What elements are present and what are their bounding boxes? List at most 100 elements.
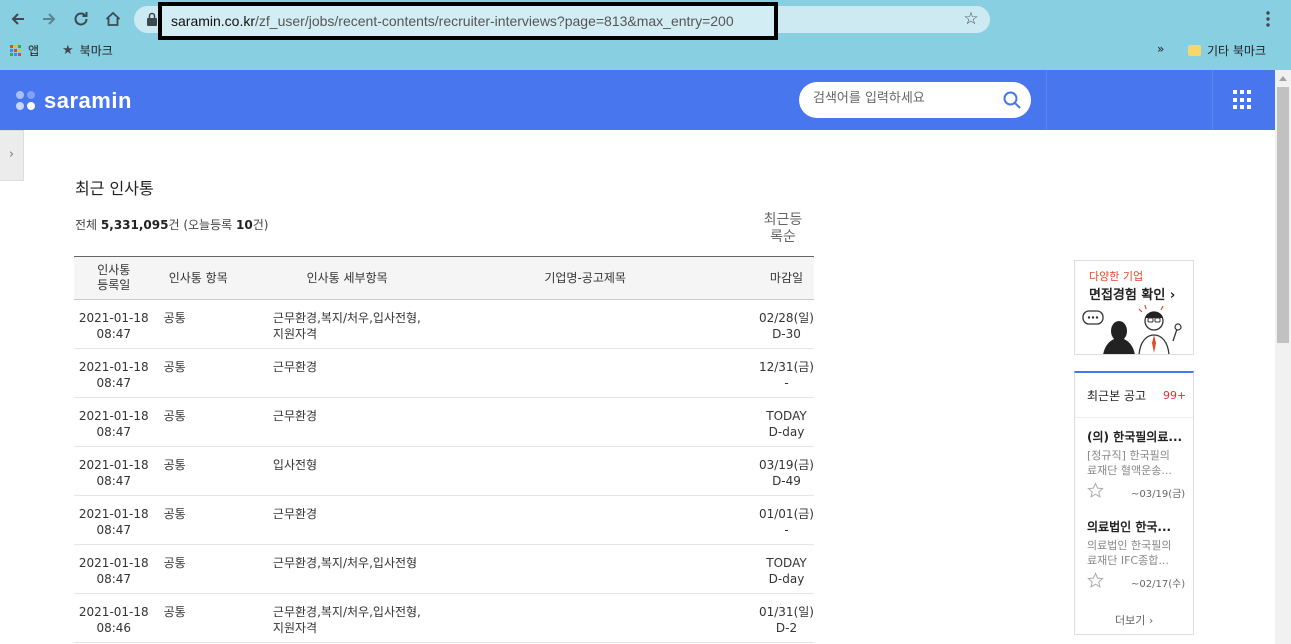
scrap-star-icon[interactable] — [1087, 482, 1104, 499]
bookmarks-overflow-button[interactable]: » — [1157, 42, 1164, 56]
logo-text: saramin — [44, 88, 132, 113]
row-registered-date: 2021-01-18 08:47 — [74, 398, 154, 447]
row-detail: 근무환경 — [243, 398, 451, 447]
apps-shortcut[interactable]: 앱 — [10, 42, 39, 59]
home-icon — [105, 11, 121, 26]
table-row[interactable]: 2021-01-18 08:47 공통 근무환경,복지/처우,입사전형, 지원자격 02/… — [74, 300, 814, 349]
recent-job-deadline: ~02/17(수) — [1131, 579, 1186, 590]
scrap-star-icon[interactable] — [1087, 572, 1104, 589]
lock-icon — [147, 12, 157, 26]
row-type: 공통 — [163, 556, 186, 570]
row-detail-line2: 지원자격 — [272, 327, 318, 341]
chevron-double-right-icon: » — [1157, 42, 1165, 56]
recent-title: 최근본 공고 — [1087, 389, 1147, 403]
row-dday: D-day — [768, 425, 805, 439]
row-company[interactable] — [451, 398, 719, 447]
recent-job-desc-line2: 료재단 혈액운송... — [1087, 464, 1172, 477]
page-title: 최근 인사통 — [75, 179, 154, 198]
recent-job-title[interactable]: (의) 한국필의료... — [1087, 428, 1187, 445]
row-dday: D-2 — [775, 621, 798, 635]
url-path: /zf_user/jobs/recent-contents/recruiter-… — [255, 13, 734, 29]
row-date: 2021-01-18 — [78, 458, 149, 472]
search-input[interactable] — [813, 91, 993, 106]
row-registered-date: 2021-01-18 08:47 — [74, 300, 154, 349]
recruiter-interview-table: 인사통 등록일 인사통 항목 인사통 세부항목 기업명-공고제목 마감일 2021… — [74, 256, 814, 643]
total-count: 5,331,095 — [100, 218, 169, 232]
row-date: 2021-01-18 — [78, 409, 149, 423]
header-divider — [1212, 70, 1213, 130]
bookmark-star-icon[interactable]: ☆ — [960, 8, 982, 30]
browser-menu-icon[interactable] — [1260, 8, 1276, 30]
forward-button[interactable] — [37, 7, 61, 31]
table-row[interactable]: 2021-01-18 08:47 공통 근무환경 01/01(금) - — [74, 496, 814, 545]
today-unit: 건) — [252, 218, 269, 232]
row-date: 2021-01-18 — [78, 556, 149, 570]
arrow-right-icon — [43, 13, 56, 25]
row-date: 2021-01-18 — [78, 605, 149, 619]
row-detail-line1: 근무환경,복지/처우,입사전형, — [272, 605, 421, 619]
row-detail-line1: 근무환경 — [272, 409, 318, 423]
interview-experience-banner[interactable]: 다양한 기업 면접경험 확인 › — [1074, 260, 1194, 355]
row-time: 08:47 — [96, 523, 132, 537]
recent-job-footer: ~02/17(수) — [1087, 571, 1187, 591]
apps-label: 앱 — [28, 44, 40, 58]
row-deadline-date: TODAY — [766, 409, 807, 423]
row-company[interactable] — [451, 594, 719, 643]
row-detail-line1: 입사전형 — [272, 458, 318, 472]
all-menu-grid-icon[interactable] — [1233, 90, 1253, 110]
table-row[interactable]: 2021-01-18 08:47 공통 근무환경 TODAY D-day — [74, 398, 814, 447]
recent-job-desc: 의료법인 한국필의 료재단 IFC종합... — [1087, 538, 1187, 568]
sort-dropdown[interactable]: 최근등 록순 — [740, 212, 826, 246]
page-scrollbar[interactable] — [1275, 70, 1291, 644]
bookmark-item[interactable]: ★ 북마크 — [62, 42, 113, 59]
more-link[interactable]: 더보기 › — [1115, 612, 1153, 628]
scroll-thumb[interactable] — [1277, 87, 1289, 343]
recent-job-desc-line2: 료재단 IFC종합... — [1087, 554, 1169, 567]
interview-illustration-icon — [1082, 304, 1182, 354]
row-time: 08:46 — [96, 621, 132, 635]
row-type: 공통 — [163, 605, 186, 619]
back-button[interactable] — [6, 7, 30, 31]
row-detail-line2: 지원자격 — [272, 621, 318, 635]
table-row[interactable]: 2021-01-18 08:47 공통 근무환경,복지/처우,입사전형 TODAY D-d… — [74, 545, 814, 594]
row-deadline-date: 12/31(금) — [758, 360, 814, 374]
row-time: 08:47 — [96, 327, 132, 341]
recent-job-desc: [정규직] 한국필의 료재단 혈액운송... — [1087, 448, 1187, 478]
row-detail: 근무환경 — [243, 349, 451, 398]
row-deadline-date: 02/28(일) — [758, 311, 814, 325]
row-company[interactable] — [451, 496, 719, 545]
row-date: 2021-01-18 — [78, 507, 149, 521]
home-button[interactable] — [101, 7, 125, 31]
row-detail: 근무환경,복지/처우,입사전형, 지원자격 — [243, 594, 451, 643]
site-header: saramin — [0, 70, 1275, 130]
logo-dots-icon — [16, 91, 36, 111]
table-header-row: 인사통 등록일 인사통 항목 인사통 세부항목 기업명-공고제목 마감일 — [74, 256, 814, 300]
row-registered-date: 2021-01-18 08:46 — [74, 594, 154, 643]
saramin-logo[interactable]: saramin — [16, 88, 132, 114]
row-deadline: 03/19(금) D-49 — [719, 447, 814, 496]
row-company[interactable] — [451, 447, 719, 496]
row-type: 공통 — [163, 360, 186, 374]
table-row[interactable]: 2021-01-18 08:47 공통 근무환경 12/31(금) - — [74, 349, 814, 398]
row-type: 공통 — [163, 409, 186, 423]
url-text: saramin.co.kr/zf_user/jobs/recent-conten… — [171, 13, 734, 29]
row-company[interactable] — [451, 349, 719, 398]
row-time: 08:47 — [96, 376, 132, 390]
row-company[interactable] — [451, 545, 719, 594]
scroll-up-arrow-icon[interactable] — [1279, 76, 1287, 81]
table-row[interactable]: 2021-01-18 08:46 공통 근무환경,복지/처우,입사전형, 지원자격 01/… — [74, 594, 814, 643]
row-dday: - — [784, 376, 789, 390]
row-detail-line1: 근무환경 — [272, 360, 318, 374]
column-header-detail: 인사통 세부항목 — [306, 270, 388, 285]
reload-button[interactable] — [69, 7, 93, 31]
recent-job-item[interactable]: (의) 한국필의료... [정규직] 한국필의 료재단 혈액운송... ~03/1… — [1087, 428, 1187, 501]
recent-job-title[interactable]: 의료법인 한국... — [1087, 518, 1187, 535]
table-row[interactable]: 2021-01-18 08:47 공통 입사전형 03/19(금) D-49 — [74, 447, 814, 496]
side-panel-toggle[interactable]: › — [0, 130, 24, 181]
other-bookmarks-folder[interactable]: 기타 북마크 — [1188, 42, 1266, 59]
search-icon[interactable] — [1002, 90, 1022, 110]
row-date: 2021-01-18 — [78, 311, 149, 325]
row-company[interactable] — [451, 300, 719, 349]
recent-job-item[interactable]: 의료법인 한국... 의료법인 한국필의 료재단 IFC종합... ~02/17(… — [1087, 518, 1187, 591]
url-highlight-box[interactable]: saramin.co.kr/zf_user/jobs/recent-conten… — [158, 2, 778, 40]
